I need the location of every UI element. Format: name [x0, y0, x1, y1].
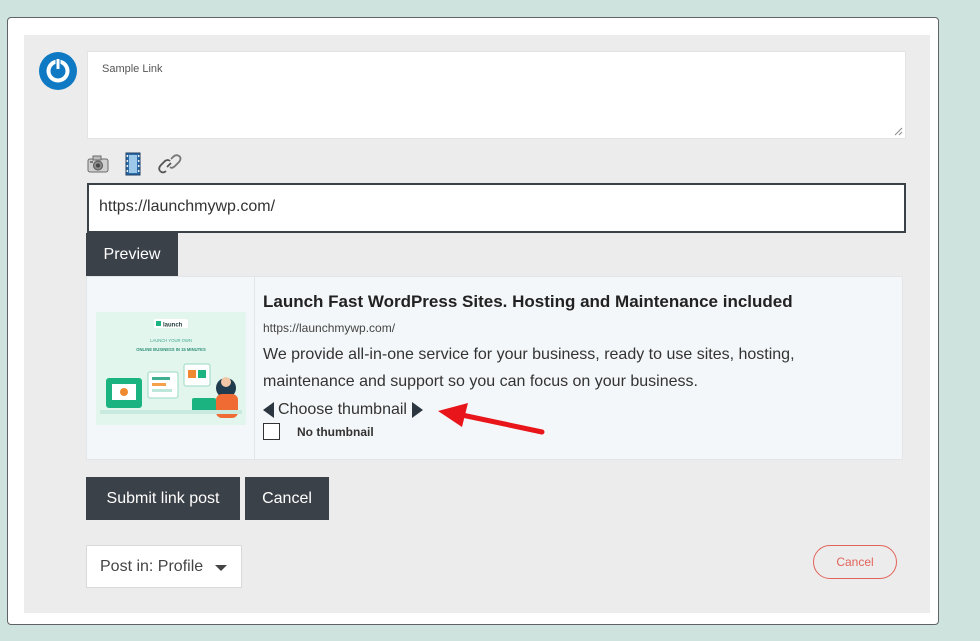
cancel-post-button[interactable]: Cancel: [813, 545, 897, 579]
post-in-value: Post in: Profile: [100, 557, 204, 575]
link-url-value: https://launchmywp.com/: [99, 198, 276, 215]
resize-handle-icon[interactable]: [894, 127, 903, 136]
link-preview-description: We provide all-in-one service for your b…: [263, 346, 795, 390]
link-preview-title[interactable]: Launch Fast WordPress Sites. Hosting and…: [263, 292, 793, 312]
chevron-down-icon: [215, 565, 228, 571]
next-thumbnail-icon[interactable]: [411, 402, 423, 418]
thumbnail-column: launch LAUNCH YOUR OWN ONLINE BUSINESS I…: [87, 277, 255, 459]
thumbnail-text-line1: LAUNCH YOUR OWN: [150, 338, 192, 343]
previous-thumbnail-icon[interactable]: [263, 402, 274, 418]
no-thumbnail-option[interactable]: No thumbnail: [263, 423, 374, 440]
thumbnail-text-line2: ONLINE BUSINESS IN 15 MINUTES: [136, 347, 206, 352]
post-text-area[interactable]: Sample Link: [87, 51, 906, 139]
annotation-arrow-icon: [438, 403, 545, 435]
camera-icon[interactable]: [86, 152, 110, 176]
post-text-placeholder: Sample Link: [102, 63, 163, 75]
link-thumbnail-image: launch LAUNCH YOUR OWN ONLINE BUSINESS I…: [96, 312, 246, 425]
choose-thumbnail-label: Choose thumbnail: [278, 401, 407, 418]
cancel-button[interactable]: Cancel: [245, 477, 329, 520]
avatar: [39, 52, 77, 90]
no-thumbnail-checkbox[interactable]: [263, 423, 280, 440]
power-logo-icon: [40, 53, 76, 89]
post-in-select[interactable]: Post in: Profile: [86, 545, 242, 588]
thumbnail-logo-text: launch: [163, 323, 183, 329]
link-preview-url: https://launchmywp.com/: [263, 321, 396, 335]
film-icon[interactable]: [121, 152, 145, 176]
submit-link-post-button[interactable]: Submit link post: [86, 477, 240, 520]
preview-button[interactable]: Preview: [86, 233, 178, 276]
link-icon[interactable]: [157, 152, 183, 176]
link-url-input[interactable]: https://launchmywp.com/: [87, 183, 906, 233]
no-thumbnail-label: No thumbnail: [297, 424, 374, 439]
thumbnail-selector: Choose thumbnail: [263, 399, 423, 421]
